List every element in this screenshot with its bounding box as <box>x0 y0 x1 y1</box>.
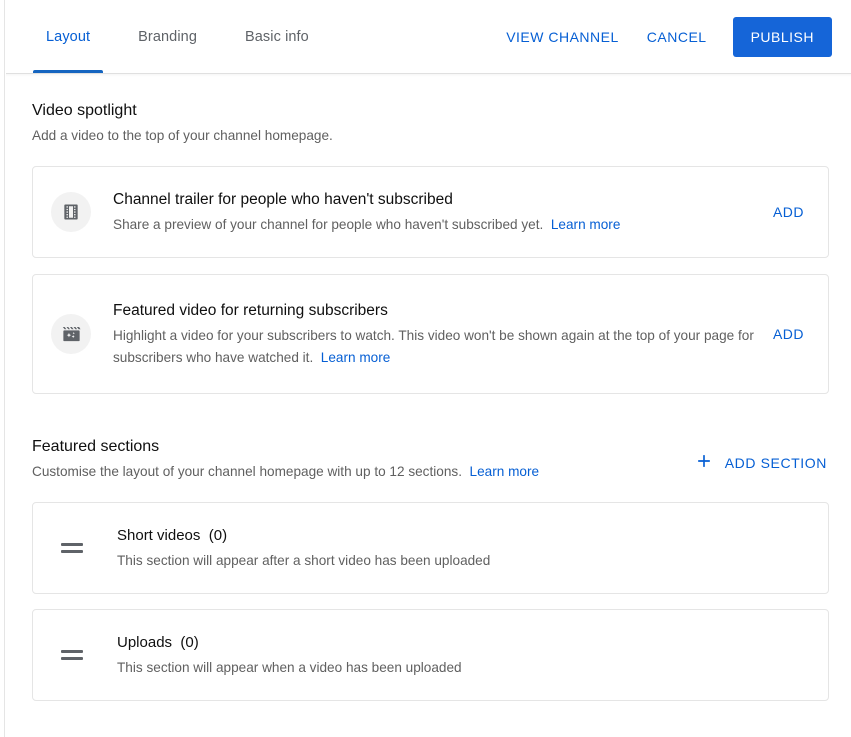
video-spotlight-title: Video spotlight <box>32 100 829 122</box>
tab-layout-label: Layout <box>46 29 90 45</box>
featured-sections-subtitle-text: Customise the layout of your channel hom… <box>32 464 462 479</box>
tab-layout[interactable]: Layout <box>33 0 103 74</box>
cancel-button[interactable]: CANCEL <box>633 19 721 55</box>
add-section-label: ADD SECTION <box>725 455 827 471</box>
publish-button[interactable]: PUBLISH <box>733 17 832 57</box>
clapperboard-sparkle-icon <box>51 314 91 354</box>
featured-video-text: Featured video for returning subscribers… <box>113 300 755 369</box>
tab-basic-info[interactable]: Basic info <box>232 0 322 74</box>
featured-sections-header: Featured sections Customise the layout o… <box>32 436 829 482</box>
channel-trailer-title: Channel trailer for people who haven't s… <box>113 189 755 211</box>
view-channel-button[interactable]: VIEW CHANNEL <box>492 19 633 55</box>
section-row-uploads-count: (0) <box>180 634 198 651</box>
film-strip-icon <box>51 192 91 232</box>
channel-trailer-add-button[interactable]: ADD <box>769 196 808 228</box>
featured-video-card: Featured video for returning subscribers… <box>32 274 829 394</box>
sidebar-edge-divider <box>0 0 5 737</box>
section-row-uploads-title: Uploads (0) <box>117 632 462 653</box>
channel-trailer-description-text: Share a preview of your channel for peop… <box>113 217 543 232</box>
featured-video-description: Highlight a video for your subscribers t… <box>113 325 755 369</box>
section-row-short-videos-text: Short videos (0) This section will appea… <box>117 525 490 571</box>
content-area: Layout Branding Basic info VIEW CHANNEL … <box>6 0 851 737</box>
featured-sections-learn-more-link[interactable]: Learn more <box>470 464 540 479</box>
section-row-short-videos-count: (0) <box>209 527 227 544</box>
section-row-short-videos-name: Short videos <box>117 527 200 544</box>
section-row-uploads-description: This section will appear when a video ha… <box>117 657 462 678</box>
video-spotlight-subtitle: Add a video to the top of your channel h… <box>32 126 829 146</box>
channel-trailer-text: Channel trailer for people who haven't s… <box>113 189 755 236</box>
section-row-short-videos[interactable]: Short videos (0) This section will appea… <box>32 502 829 594</box>
channel-trailer-description: Share a preview of your channel for peop… <box>113 214 755 236</box>
tab-basic-info-label: Basic info <box>245 29 309 45</box>
drag-handle-icon[interactable] <box>61 536 85 560</box>
tab-branding-label: Branding <box>138 29 197 45</box>
featured-video-description-text: Highlight a video for your subscribers t… <box>113 328 754 365</box>
featured-sections-header-text: Featured sections Customise the layout o… <box>32 436 692 482</box>
header-actions: VIEW CHANNEL CANCEL PUBLISH <box>492 0 851 74</box>
drag-handle-icon[interactable] <box>61 643 85 667</box>
featured-video-learn-more-link[interactable]: Learn more <box>321 350 391 365</box>
section-row-short-videos-description: This section will appear after a short v… <box>117 550 490 571</box>
add-section-button[interactable]: ADD SECTION <box>692 445 829 480</box>
featured-video-add-button[interactable]: ADD <box>769 318 808 350</box>
tab-branding[interactable]: Branding <box>125 0 210 74</box>
plus-icon <box>694 451 714 474</box>
featured-sections-subtitle: Customise the layout of your channel hom… <box>32 462 692 482</box>
section-row-uploads-name: Uploads <box>117 634 172 651</box>
section-row-uploads[interactable]: Uploads (0) This section will appear whe… <box>32 609 829 701</box>
section-row-uploads-text: Uploads (0) This section will appear whe… <box>117 632 462 678</box>
page-body: Video spotlight Add a video to the top o… <box>6 74 851 701</box>
tab-bar: Layout Branding Basic info <box>6 0 322 74</box>
featured-sections-title: Featured sections <box>32 436 692 458</box>
section-row-short-videos-title: Short videos (0) <box>117 525 490 546</box>
layout-settings-page: Layout Branding Basic info VIEW CHANNEL … <box>0 0 851 737</box>
page-header: Layout Branding Basic info VIEW CHANNEL … <box>6 0 851 74</box>
featured-video-title: Featured video for returning subscribers <box>113 300 755 322</box>
channel-trailer-learn-more-link[interactable]: Learn more <box>551 217 621 232</box>
channel-trailer-card: Channel trailer for people who haven't s… <box>32 166 829 258</box>
